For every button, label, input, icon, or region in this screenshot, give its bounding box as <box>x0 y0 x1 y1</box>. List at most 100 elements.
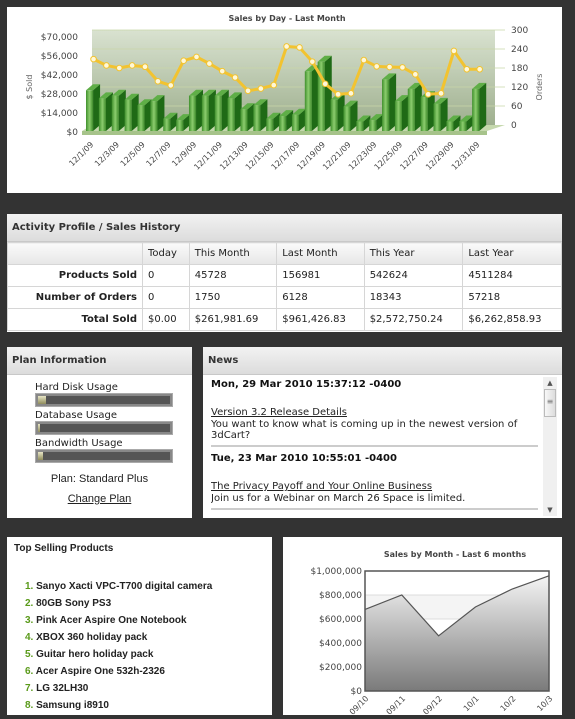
product-name: LG 32LH30 <box>36 683 89 694</box>
x-tick-label: 09/10 <box>348 694 371 715</box>
product-item[interactable]: 2. 80GB Sony PS3 <box>25 595 272 612</box>
bar <box>188 95 197 131</box>
orders-point <box>218 67 226 75</box>
table-cell: 4511284 <box>462 264 562 287</box>
product-item[interactable]: 1. Sanyo Xacti VPC-T700 digital camera <box>25 578 272 595</box>
bar <box>394 101 402 131</box>
bar <box>150 101 158 131</box>
scroll-thumb[interactable]: ≡ <box>544 389 556 417</box>
orders-point <box>373 63 381 70</box>
product-item[interactable]: 6. Acer Aspire One 532h-2326 <box>25 663 272 680</box>
product-name: Sanyo Xacti VPC-T700 digital camera <box>36 581 213 592</box>
bar <box>266 118 274 131</box>
orders-point <box>206 60 213 67</box>
table-cell: 1750 <box>188 286 278 309</box>
x-tick-label: 12/5/09 <box>119 140 147 168</box>
top-products-list: 1. Sanyo Xacti VPC-T700 digital camera 2.… <box>25 578 272 714</box>
bar <box>472 88 480 131</box>
product-rank: 7. <box>25 683 37 694</box>
news-link[interactable]: The Privacy Payoff and Your Online Busin… <box>211 481 432 492</box>
table-cell: 57218 <box>462 286 562 309</box>
chart-title: Sales by Month - Last 6 months <box>384 550 526 559</box>
product-item[interactable]: 4. XBOX 360 holiday pack <box>25 629 272 646</box>
y-tick-label: $0 <box>351 687 363 697</box>
usage-meter <box>35 421 173 435</box>
bar-side <box>479 82 487 131</box>
table-cell: 18343 <box>363 286 464 309</box>
product-rank: 2. <box>25 598 37 609</box>
product-name: 80GB Sony PS3 <box>36 598 112 609</box>
news-text: You want to know what is coming up in th… <box>211 419 518 441</box>
y-tick-label: $14,000 <box>41 109 78 119</box>
x-tick-label: 10/1 <box>462 694 481 713</box>
orders-point <box>141 63 149 71</box>
meter-label: Bandwidth Usage <box>35 438 123 449</box>
x-tick-label: 10/3 <box>535 694 554 713</box>
plan-title: Plan Information <box>7 347 192 375</box>
orders-point <box>257 85 265 92</box>
change-plan-link[interactable]: Change Plan <box>68 493 132 505</box>
orders-point <box>463 65 471 73</box>
table-cell: 45728 <box>188 264 278 287</box>
column-header: Last Month <box>276 242 365 265</box>
column-header: This Month <box>188 242 278 265</box>
table-row: Total Sold $0.00 $261,981.69 $961,426.83 $2,… <box>7 308 562 331</box>
product-rank: 4. <box>25 632 37 643</box>
bar <box>356 121 364 131</box>
news-link[interactable]: Version 3.2 Release Details <box>211 407 347 418</box>
bar <box>382 79 390 131</box>
orders-point <box>450 47 458 55</box>
column-header: This Year <box>363 242 464 265</box>
orders-point <box>103 62 110 69</box>
orders-point <box>309 58 316 65</box>
plan-name: Plan: Standard Plus <box>50 473 149 485</box>
bar <box>240 109 248 131</box>
orders-point <box>154 78 162 85</box>
bar <box>279 116 287 131</box>
bar <box>253 105 261 131</box>
x-tick-label: 12/1/09 <box>67 140 95 168</box>
orders-point <box>193 53 200 61</box>
bar <box>291 114 300 131</box>
bar <box>446 121 454 131</box>
x-tick-label: 12/3/09 <box>93 140 121 168</box>
bar <box>201 95 209 131</box>
x-tick-label: 09/11 <box>385 694 408 715</box>
bar <box>124 99 132 131</box>
scroll-down-arrow-icon[interactable]: ▼ <box>543 504 557 516</box>
table-cell: 6128 <box>276 286 365 309</box>
bar <box>343 106 351 131</box>
table-cell: 0 <box>142 264 190 287</box>
bar <box>369 120 377 131</box>
y-tick-label: $800,000 <box>319 591 362 601</box>
orders-point <box>334 90 342 98</box>
bar <box>86 90 94 131</box>
product-item[interactable]: 5. Guitar hero holiday pack <box>25 646 272 663</box>
product-item[interactable]: 7. LG 32LH30 <box>25 680 272 697</box>
table-cell: $0.00 <box>142 308 190 331</box>
usage-meter <box>35 449 173 463</box>
product-name: Samsung i8910 <box>36 700 109 711</box>
orders-point <box>360 56 368 64</box>
activity-panel: Activity Profile / Sales History Today Th… <box>7 214 562 332</box>
scroll-up-arrow-icon[interactable]: ▲ <box>543 377 557 389</box>
bar <box>137 105 145 131</box>
bar <box>433 103 441 131</box>
column-header: Today <box>142 242 190 265</box>
product-rank: 1. <box>25 581 37 592</box>
product-name: Pink Acer Aspire One Notebook <box>36 615 187 626</box>
y2-tick-label: 120 <box>511 83 528 93</box>
sales-by-day-panel: $0 $14,000 $28,000 $42,000 $56,000 $70,000 0 60… <box>7 7 562 193</box>
news-title: News <box>203 347 562 375</box>
orders-point <box>424 90 432 98</box>
y2-tick-label: 60 <box>511 102 523 112</box>
product-item[interactable]: 3. Pink Acer Aspire One Notebook <box>25 612 272 629</box>
orders-point <box>321 80 329 88</box>
meter-label: Database Usage <box>35 410 118 421</box>
product-item[interactable]: 8. Samsung i8910 <box>25 697 272 714</box>
orders-point <box>437 90 445 97</box>
table-cell: 0 <box>142 286 190 309</box>
activity-table: Today This Month Last Month This Year Last Y… <box>7 242 562 331</box>
news-scrollbar[interactable]: ▲ ≡ ▼ <box>543 377 557 516</box>
news-list: Mon, 29 Mar 2010 15:37:12 -0400 Version 3… <box>211 375 538 518</box>
